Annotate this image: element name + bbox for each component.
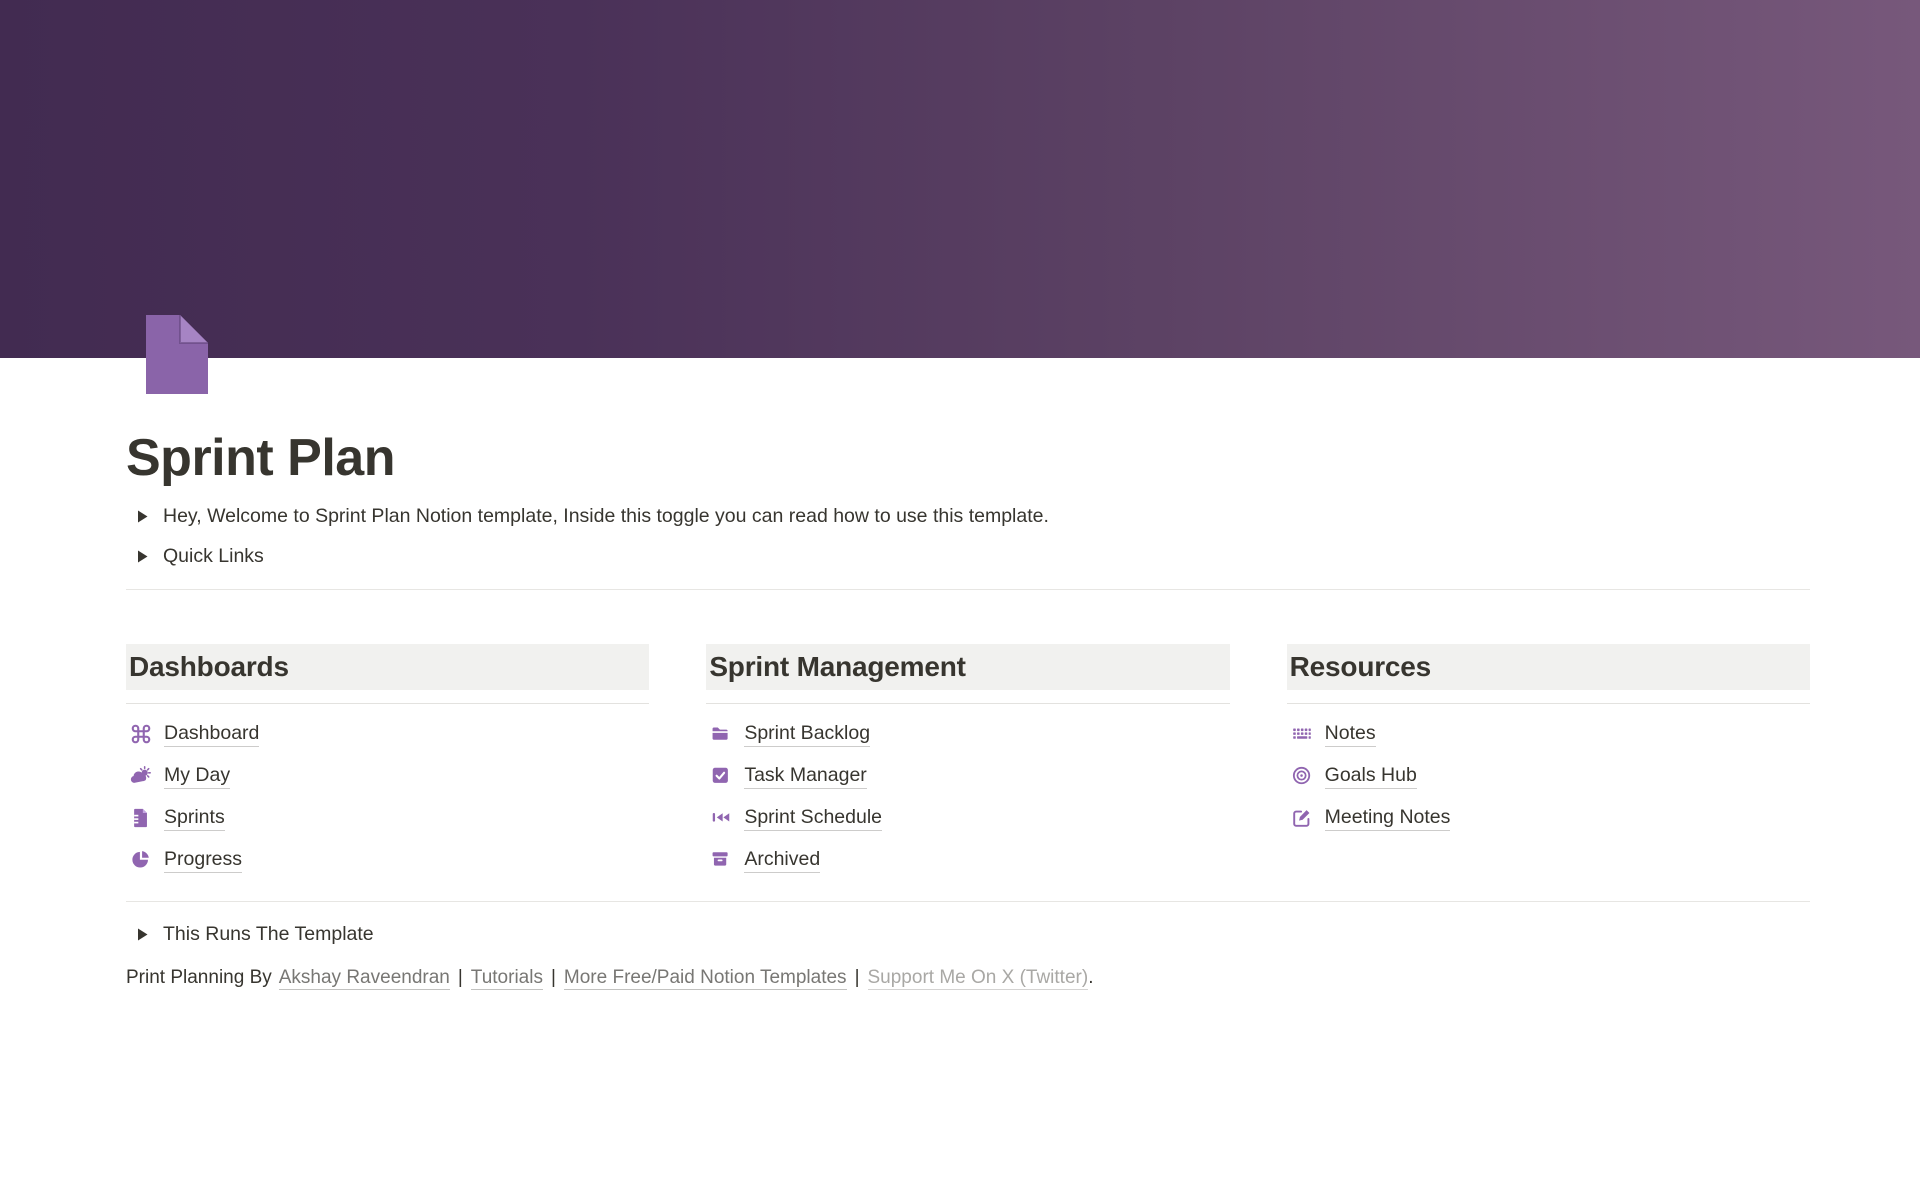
edit-icon <box>1291 807 1313 829</box>
folder-icon <box>710 723 732 745</box>
command-icon <box>130 723 152 745</box>
column-resources: Resources <box>1287 644 1810 881</box>
divider <box>1287 703 1810 704</box>
goals-hub-link[interactable]: Goals Hub <box>1287 755 1810 797</box>
link-label: Sprint Schedule <box>744 805 882 831</box>
divider <box>126 901 1810 902</box>
sprint-backlog-link[interactable]: Sprint Backlog <box>706 713 1229 755</box>
credits-suffix: . <box>1088 967 1093 988</box>
link-label: Meeting Notes <box>1325 805 1451 831</box>
archived-link[interactable]: Archived <box>706 839 1229 881</box>
dashboard-link[interactable]: Dashboard <box>126 713 649 755</box>
divider <box>706 703 1229 704</box>
link-label: Progress <box>164 847 242 873</box>
keyboard-icon <box>1291 723 1313 745</box>
page-title[interactable]: Sprint Plan <box>126 430 1810 486</box>
column-header: Sprint Management <box>706 644 1229 690</box>
separator: | <box>458 967 463 988</box>
rewind-icon <box>710 807 732 829</box>
document-icon <box>146 315 208 394</box>
link-label: Task Manager <box>744 763 866 789</box>
column-header-text: Resources <box>1290 651 1431 683</box>
my-day-link[interactable]: My Day <box>126 755 649 797</box>
column-header-text: Sprint Management <box>709 651 965 683</box>
sprints-link[interactable]: Sprints <box>126 797 649 839</box>
toggle-runs-template[interactable]: This Runs The Template <box>126 914 1810 954</box>
toggle-welcome-text: Hey, Welcome to Sprint Plan Notion templ… <box>163 503 1049 529</box>
page-icon[interactable] <box>146 315 208 394</box>
toggle-runs-template-text: This Runs The Template <box>163 921 374 947</box>
document-icon <box>130 807 152 829</box>
link-columns: Dashboards Dashboard <box>126 644 1810 881</box>
templates-link[interactable]: More Free/Paid Notion Templates <box>564 967 847 990</box>
divider <box>126 589 1810 590</box>
notes-link[interactable]: Notes <box>1287 713 1810 755</box>
link-label: Archived <box>744 847 820 873</box>
meeting-notes-link[interactable]: Meeting Notes <box>1287 797 1810 839</box>
link-label: Sprints <box>164 805 225 831</box>
link-label: Sprint Backlog <box>744 721 870 747</box>
tutorials-link[interactable]: Tutorials <box>471 967 543 990</box>
toggle-arrow-icon[interactable] <box>126 510 163 523</box>
sun-cloud-icon <box>130 765 152 787</box>
separator: | <box>855 967 860 988</box>
column-sprint-management: Sprint Management Sprint Backlog <box>706 644 1229 881</box>
toggle-quick-links-text: Quick Links <box>163 543 264 569</box>
checkbox-icon <box>710 765 732 787</box>
toggle-arrow-icon[interactable] <box>126 550 163 563</box>
separator: | <box>551 967 556 988</box>
link-label: Goals Hub <box>1325 763 1417 789</box>
column-header: Resources <box>1287 644 1810 690</box>
pie-chart-icon <box>130 849 152 871</box>
link-label: Dashboard <box>164 721 259 747</box>
link-label: My Day <box>164 763 230 789</box>
column-dashboards: Dashboards Dashboard <box>126 644 649 881</box>
link-label: Notes <box>1325 721 1376 747</box>
toggle-welcome[interactable]: Hey, Welcome to Sprint Plan Notion templ… <box>126 496 1810 536</box>
progress-link[interactable]: Progress <box>126 839 649 881</box>
credits-prefix: Print Planning By <box>126 967 272 988</box>
author-link[interactable]: Akshay Raveendran <box>279 967 450 990</box>
archive-icon <box>710 849 732 871</box>
cover-image <box>0 0 1920 358</box>
task-manager-link[interactable]: Task Manager <box>706 755 1229 797</box>
toggle-arrow-icon[interactable] <box>126 928 163 941</box>
column-header-text: Dashboards <box>129 651 289 683</box>
notion-page: Sprint Plan Hey, Welcome to Sprint Plan … <box>0 0 1920 1199</box>
target-icon <box>1291 765 1313 787</box>
credits-line: Print Planning By Akshay Raveendran | Tutor… <box>126 964 1810 991</box>
column-header: Dashboards <box>126 644 649 690</box>
divider <box>126 703 649 704</box>
toggle-quick-links[interactable]: Quick Links <box>126 536 1810 576</box>
twitter-link[interactable]: Support Me On X (Twitter) <box>868 967 1089 990</box>
sprint-schedule-link[interactable]: Sprint Schedule <box>706 797 1229 839</box>
